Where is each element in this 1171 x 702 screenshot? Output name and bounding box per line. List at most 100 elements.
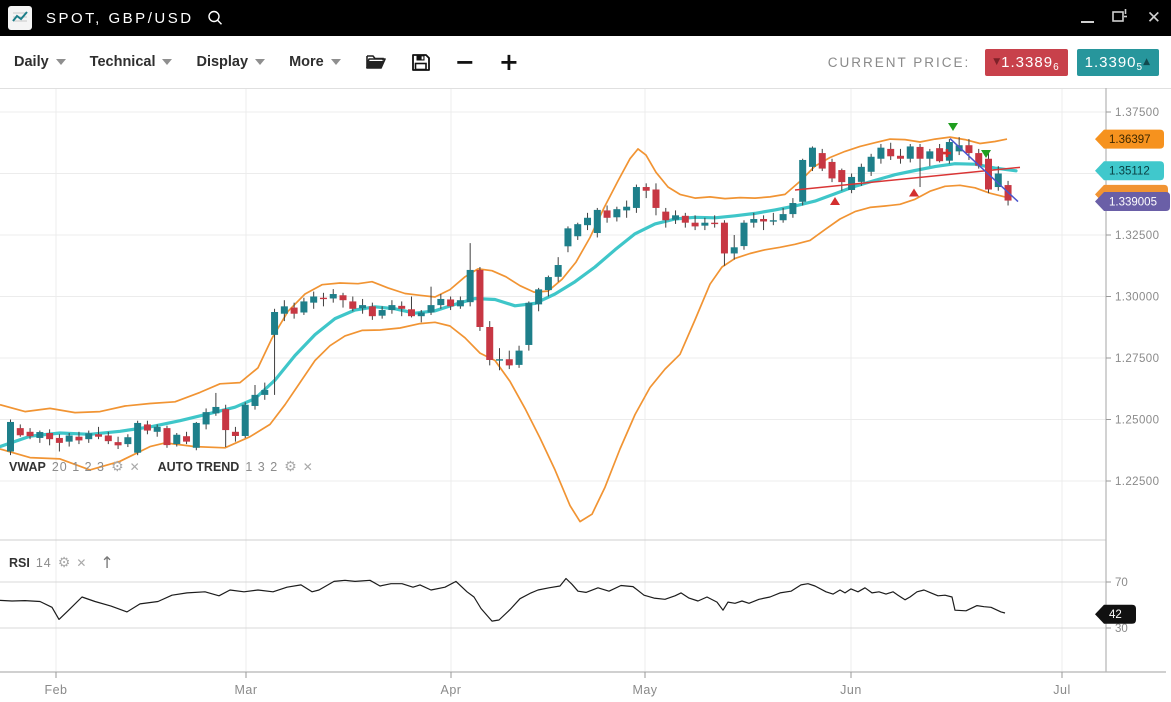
candle[interactable] <box>300 298 307 315</box>
candle[interactable] <box>584 213 591 230</box>
rsi-settings-gear-icon[interactable]: ⚙ <box>58 556 71 570</box>
candle[interactable] <box>731 235 738 260</box>
candle[interactable] <box>897 149 904 164</box>
candle[interactable] <box>193 422 200 450</box>
save-icon[interactable] <box>411 53 431 72</box>
candle[interactable] <box>163 426 170 448</box>
popout-button[interactable] <box>1112 8 1129 29</box>
candle[interactable] <box>623 201 630 218</box>
candle[interactable] <box>760 215 767 230</box>
candle[interactable] <box>907 144 914 162</box>
candle[interactable] <box>672 210 679 224</box>
candle[interactable] <box>212 393 219 416</box>
candle[interactable] <box>643 183 650 198</box>
candle[interactable] <box>486 321 493 365</box>
candle[interactable] <box>340 293 347 308</box>
candle[interactable] <box>183 432 190 444</box>
candle[interactable] <box>917 144 924 187</box>
candle[interactable] <box>476 267 483 331</box>
candle-body <box>897 156 904 159</box>
rsi-move-up-icon[interactable]: ↑ <box>100 553 113 572</box>
candle[interactable] <box>545 276 552 297</box>
zoom-out-button[interactable]: − <box>455 50 475 74</box>
candle[interactable] <box>222 405 229 447</box>
candle[interactable] <box>789 198 796 218</box>
candle[interactable] <box>770 213 777 225</box>
candle[interactable] <box>682 213 689 228</box>
candle[interactable] <box>574 223 581 240</box>
candle[interactable] <box>701 218 708 230</box>
candle[interactable] <box>457 297 464 309</box>
more-dropdown[interactable]: More <box>289 54 341 70</box>
candle[interactable] <box>633 185 640 213</box>
candle[interactable] <box>281 300 288 321</box>
display-dropdown[interactable]: Display <box>196 54 265 70</box>
candle[interactable] <box>741 220 748 250</box>
candle[interactable] <box>242 402 249 438</box>
candle[interactable] <box>594 208 601 238</box>
candle[interactable] <box>398 301 405 316</box>
candle[interactable] <box>7 420 14 456</box>
candle-body <box>692 223 699 227</box>
candle[interactable] <box>868 154 875 176</box>
technical-dropdown[interactable]: Technical <box>90 54 173 70</box>
candle[interactable] <box>310 292 317 309</box>
candle[interactable] <box>496 348 503 370</box>
candle[interactable] <box>652 183 659 215</box>
candle[interactable] <box>525 301 532 350</box>
candle[interactable] <box>819 149 826 171</box>
candle[interactable] <box>330 289 337 303</box>
candle[interactable] <box>291 303 298 319</box>
candle[interactable] <box>428 287 435 315</box>
auto-trend-settings-gear-icon[interactable]: ⚙ <box>284 460 297 474</box>
open-folder-icon[interactable] <box>365 53 387 71</box>
candle[interactable] <box>36 431 43 443</box>
candle[interactable] <box>388 300 395 314</box>
candle[interactable] <box>564 226 571 252</box>
minimize-button[interactable] <box>1081 21 1094 23</box>
candle[interactable] <box>124 434 131 447</box>
bid-price-box[interactable]: ▼ 1.3389 6 <box>985 49 1067 76</box>
candle[interactable] <box>17 424 24 436</box>
candle[interactable] <box>799 159 806 206</box>
rsi-remove-icon[interactable]: ✕ <box>76 557 86 569</box>
display-dropdown-label: Display <box>196 54 248 70</box>
vwap-settings-gear-icon[interactable]: ⚙ <box>111 460 124 474</box>
close-icon[interactable]: ✕ <box>1147 10 1161 27</box>
candle[interactable] <box>359 299 366 314</box>
candle[interactable] <box>555 257 562 282</box>
candle[interactable] <box>838 169 845 191</box>
candle[interactable] <box>144 421 151 435</box>
candle[interactable] <box>721 220 728 266</box>
candle[interactable] <box>232 427 239 442</box>
candle[interactable] <box>115 437 122 449</box>
candle[interactable] <box>408 297 415 318</box>
price-chart-canvas[interactable]: 1.375001.350001.325001.300001.275001.250… <box>0 88 1171 702</box>
candle[interactable] <box>535 288 542 311</box>
candle[interactable] <box>613 207 620 222</box>
candle[interactable] <box>134 421 141 455</box>
auto-trend-remove-icon[interactable]: ✕ <box>303 461 313 473</box>
candle[interactable] <box>252 385 259 410</box>
candle-body <box>535 289 542 304</box>
candle[interactable] <box>56 434 63 451</box>
candle[interactable] <box>467 243 474 306</box>
candle[interactable] <box>926 149 933 166</box>
candle[interactable] <box>829 159 836 182</box>
candle[interactable] <box>203 408 210 429</box>
ask-price-box[interactable]: 1.3390 5 ▲ <box>1077 49 1159 76</box>
candle[interactable] <box>46 429 53 445</box>
search-icon[interactable] <box>206 9 224 27</box>
candle[interactable] <box>320 293 327 307</box>
candle[interactable] <box>887 143 894 160</box>
zoom-in-button[interactable]: + <box>499 50 519 74</box>
timeframe-dropdown[interactable]: Daily <box>14 54 66 70</box>
candle[interactable] <box>877 144 884 164</box>
candle[interactable] <box>506 351 513 369</box>
candle[interactable] <box>662 208 669 228</box>
vwap-remove-icon[interactable]: ✕ <box>130 461 140 473</box>
candle-body <box>222 409 229 430</box>
candle[interactable] <box>516 346 523 368</box>
candle[interactable] <box>936 144 943 162</box>
candle[interactable] <box>85 431 92 443</box>
